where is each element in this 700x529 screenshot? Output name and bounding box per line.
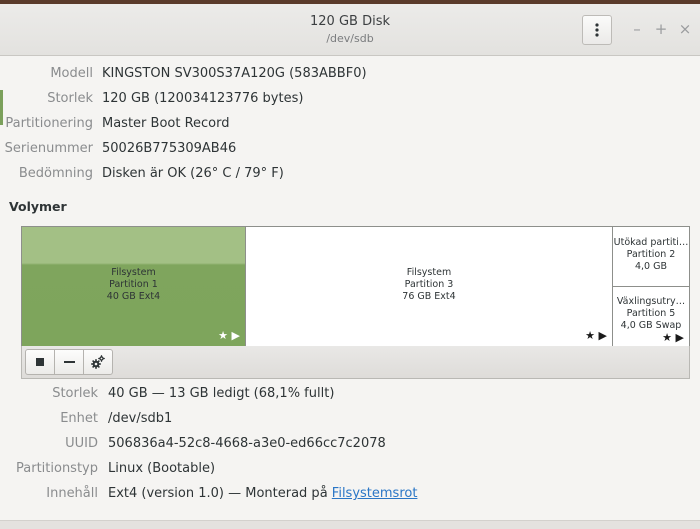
device-label: Enhet	[60, 411, 98, 426]
partition-3-type: Filsystem	[406, 267, 452, 278]
partition-2-size: 4,0 GB	[634, 261, 667, 272]
partition-5-block[interactable]: Växlingsutry… Partition 5 4,0 GB Swap ★ …	[613, 287, 689, 346]
uuid-label: UUID	[65, 436, 98, 451]
disk-menu-button[interactable]	[582, 15, 612, 45]
partition-1-mount-icons: ★ ▶	[218, 329, 240, 342]
partition-5-mount-icons: ★ ▶	[662, 331, 684, 344]
vertical-dots-icon	[595, 23, 599, 37]
partition-type-value: Linux (Bootable)	[108, 461, 216, 476]
partition-2-block[interactable]: Utökad partiti… Partition 2 4,0 GB	[613, 227, 689, 287]
volumes-grid: Filsystem Partition 1 40 GB Ext4 ★ ▶ Fil…	[21, 226, 690, 347]
assessment-value: Disken är OK (26° C / 79° F)	[102, 166, 284, 181]
partition-3-block[interactable]: Filsystem Partition 3 76 GB Ext4 ★ ▶	[246, 227, 613, 346]
partition-3-size: 76 GB Ext4	[402, 291, 456, 302]
unmount-button[interactable]	[25, 349, 55, 375]
model-value: KINGSTON SV300S37A120G (583ABBF0)	[102, 66, 367, 81]
uuid-value: 506836a4-52c8-4668-a3e0-ed66cc7c2078	[108, 436, 386, 451]
device-value: /dev/sdb1	[108, 411, 173, 426]
contents-value: Ext4 (version 1.0) — Monterad på Filsyst…	[108, 486, 417, 501]
partition-2-name: Partition 2	[626, 249, 676, 260]
stop-icon	[36, 358, 44, 366]
contents-text: Ext4 (version 1.0) — Monterad på	[108, 486, 332, 501]
partition-settings-button[interactable]	[83, 349, 113, 375]
partition-1-block[interactable]: Filsystem Partition 1 40 GB Ext4 ★ ▶	[22, 227, 246, 346]
serial-value: 50026B775309AB46	[102, 141, 237, 156]
volume-toolbar	[21, 346, 690, 379]
partition-5-type: Växlingsutry…	[616, 296, 686, 307]
partition-1-type: Filsystem	[111, 267, 156, 278]
partition-5-name: Partition 5	[626, 308, 676, 319]
header-bar: 120 GB Disk /dev/sdb – + ×	[0, 4, 700, 56]
partition-3-mount-icons: ★ ▶	[585, 329, 607, 342]
partitioning-label: Partitionering	[5, 116, 93, 131]
partition-3-name: Partition 3	[404, 279, 454, 290]
contents-label: Innehåll	[46, 486, 98, 501]
partition-2-type: Utökad partiti…	[613, 237, 689, 248]
close-button[interactable]: ×	[677, 19, 693, 39]
serial-label: Serienummer	[4, 141, 93, 156]
minimize-button[interactable]: –	[629, 19, 645, 39]
partition-type-label: Partitionstyp	[16, 461, 98, 476]
delete-partition-button[interactable]	[54, 349, 84, 375]
partition-size-value: 40 GB — 13 GB ledigt (68,1% fullt)	[108, 386, 335, 401]
gears-icon	[91, 355, 105, 369]
assessment-label: Bedömning	[18, 166, 93, 181]
partitioning-value: Master Boot Record	[102, 116, 230, 131]
minus-icon	[63, 361, 75, 363]
partition-size-label: Storlek	[52, 386, 98, 401]
partition-1-name: Partition 1	[109, 279, 158, 290]
volumes-heading: Volymer	[9, 199, 67, 214]
mount-point-link[interactable]: Filsystemsrot	[332, 486, 418, 501]
partition-1-size: 40 GB Ext4	[106, 291, 161, 302]
maximize-button[interactable]: +	[653, 19, 669, 39]
size-value: 120 GB (120034123776 bytes)	[102, 91, 304, 106]
model-label: Modell	[50, 66, 93, 81]
size-label: Storlek	[47, 91, 93, 106]
